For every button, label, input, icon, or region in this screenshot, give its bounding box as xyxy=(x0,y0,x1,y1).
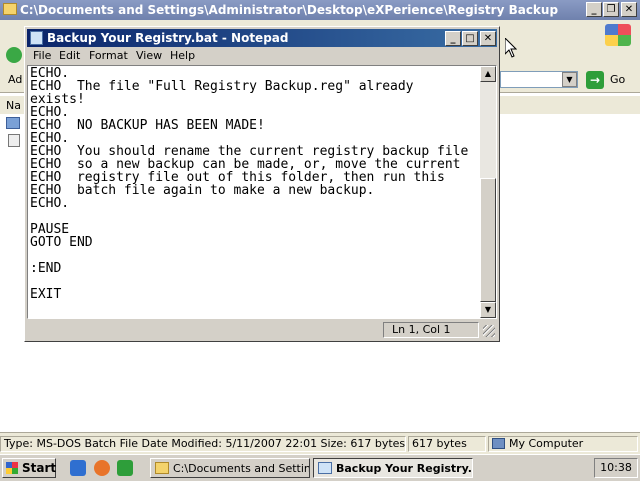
menu-edit[interactable]: Edit xyxy=(59,49,80,62)
explorer-title-bar[interactable]: C:\Documents and Settings\Administrator\… xyxy=(0,0,640,20)
editor-content[interactable]: ECHO. ECHO The file "Full Registry Backu… xyxy=(30,67,468,301)
notepad-window: Backup Your Registry.bat - Notepad _ □ ✕… xyxy=(24,26,500,342)
computer-icon xyxy=(492,438,505,449)
taskbar: Start C:\Documents and Settin... Backup … xyxy=(0,454,640,481)
cursor-position: Ln 1, Col 1 xyxy=(383,322,479,338)
maximize-button[interactable]: □ xyxy=(462,31,478,46)
text-editor[interactable]: ECHO. ECHO The file "Full Registry Backu… xyxy=(27,65,497,319)
notepad-title: Backup Your Registry.bat - Notepad xyxy=(47,31,289,45)
go-arrow-icon: → xyxy=(586,71,604,89)
task-explorer-label: C:\Documents and Settin... xyxy=(173,462,310,475)
go-label: Go xyxy=(610,73,626,86)
start-button[interactable]: Start xyxy=(2,458,56,478)
menu-help[interactable]: Help xyxy=(170,49,195,62)
address-label: Ad xyxy=(8,73,23,86)
task-explorer[interactable]: C:\Documents and Settin... xyxy=(150,458,310,478)
notepad-icon xyxy=(30,31,43,45)
close-button[interactable]: ✕ xyxy=(621,2,637,17)
browser-icon[interactable] xyxy=(94,460,110,476)
show-desktop-icon[interactable] xyxy=(117,460,133,476)
windows-logo-icon xyxy=(605,24,631,46)
folder-icon xyxy=(3,3,17,15)
task-notepad[interactable]: Backup Your Registry... xyxy=(313,458,473,478)
resize-grip-icon[interactable] xyxy=(483,325,495,337)
mouse-cursor-icon xyxy=(505,38,517,58)
menu-file[interactable]: File xyxy=(33,49,51,62)
minimize-button[interactable]: _ xyxy=(445,31,461,46)
back-icon[interactable] xyxy=(6,47,22,63)
status-location: My Computer xyxy=(488,436,638,452)
chevron-down-icon[interactable]: ▼ xyxy=(562,72,577,87)
system-clock[interactable]: 10:38 xyxy=(594,458,638,478)
status-location-label: My Computer xyxy=(509,437,584,450)
status-size: 617 bytes xyxy=(408,436,486,452)
notepad-icon xyxy=(318,462,332,474)
scroll-down-icon[interactable]: ▼ xyxy=(480,302,496,318)
windows-flag-icon xyxy=(6,462,18,474)
scroll-up-icon[interactable]: ▲ xyxy=(480,66,496,82)
explorer-status-bar: Type: MS-DOS Batch File Date Modified: 5… xyxy=(0,432,640,455)
scroll-thumb[interactable] xyxy=(480,178,496,302)
column-header-name[interactable]: Na xyxy=(6,99,21,112)
file-icon[interactable] xyxy=(6,117,20,129)
minimize-button[interactable]: _ xyxy=(586,2,602,17)
task-notepad-label: Backup Your Registry... xyxy=(336,462,473,475)
menu-view[interactable]: View xyxy=(136,49,162,62)
menu-format[interactable]: Format xyxy=(89,49,128,62)
close-button[interactable]: ✕ xyxy=(480,31,496,46)
explorer-title: C:\Documents and Settings\Administrator\… xyxy=(20,3,559,17)
file-icon[interactable] xyxy=(8,134,20,147)
maximize-button[interactable]: ❐ xyxy=(603,2,619,17)
vertical-scrollbar[interactable]: ▲ ▼ xyxy=(480,66,496,318)
ie-icon[interactable] xyxy=(70,460,86,476)
folder-icon xyxy=(155,462,169,474)
menu-bar: File Edit Format View Help xyxy=(27,47,497,65)
notepad-status-bar: Ln 1, Col 1 xyxy=(27,321,497,339)
start-label: Start xyxy=(22,461,57,475)
go-button[interactable]: → Go xyxy=(586,71,634,89)
status-type-text: Type: MS-DOS Batch File Date Modified: 5… xyxy=(0,436,406,452)
notepad-title-bar[interactable]: Backup Your Registry.bat - Notepad _ □ ✕ xyxy=(27,29,497,47)
